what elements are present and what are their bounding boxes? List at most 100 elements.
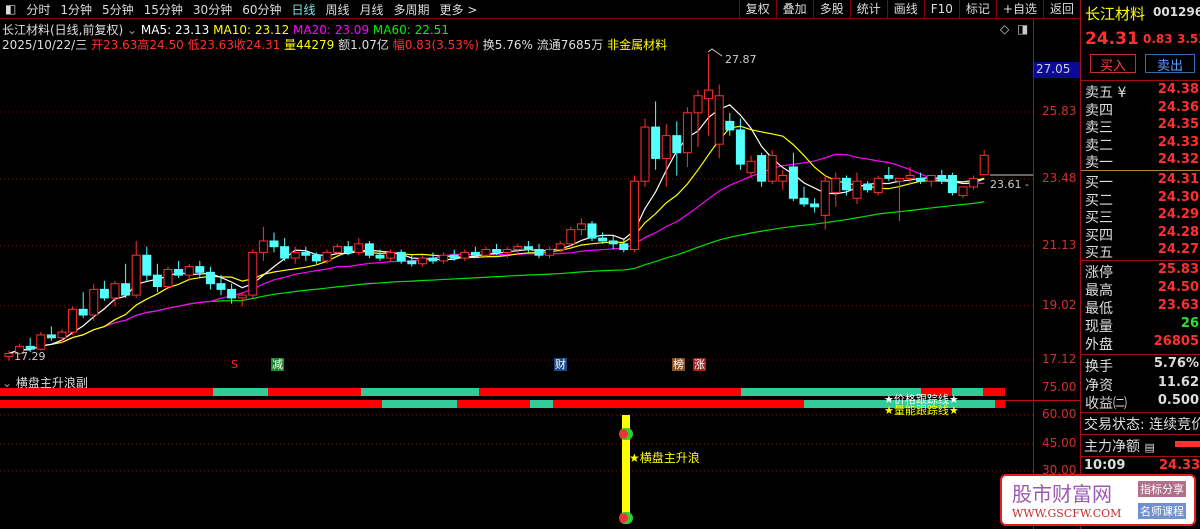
candle[interactable] <box>142 246 152 281</box>
candle-body <box>364 243 374 256</box>
event-marker[interactable]: S <box>230 358 239 371</box>
candle-body <box>131 254 141 296</box>
candle-body <box>545 249 555 256</box>
quote-value: 25.83 <box>1157 262 1199 277</box>
candle-body <box>301 251 311 256</box>
candle[interactable] <box>205 266 215 290</box>
candle[interactable] <box>587 221 597 241</box>
sub-axis-label: 60.00 <box>1042 407 1077 421</box>
event-marker[interactable]: 涨 <box>693 358 706 371</box>
candle[interactable] <box>417 255 427 267</box>
candle[interactable] <box>788 152 798 202</box>
candle[interactable] <box>884 166 894 182</box>
candle-body <box>555 243 565 251</box>
candle[interactable] <box>364 240 374 259</box>
toolbar-button[interactable]: 返回 <box>1042 0 1080 19</box>
candle[interactable] <box>460 249 470 261</box>
candle[interactable] <box>831 172 841 207</box>
quote-value: 26 <box>1180 316 1199 331</box>
candle[interactable] <box>608 235 618 250</box>
candle[interactable] <box>386 249 396 261</box>
candle[interactable] <box>969 175 979 190</box>
quote-row: 最高 24.50 <box>1085 280 1199 300</box>
quote-row: 买五 24.27 <box>1085 242 1199 262</box>
candle[interactable] <box>523 240 533 253</box>
event-marker[interactable]: 减 <box>271 358 284 371</box>
watermark-site: 股市财富网 <box>1012 482 1112 506</box>
candle[interactable] <box>354 238 364 256</box>
candle[interactable] <box>68 306 78 335</box>
candle[interactable] <box>714 84 724 159</box>
candle[interactable] <box>810 198 820 213</box>
candlestick-chart[interactable]: 27.87 17.29 23.61 - 2 <box>0 0 1033 529</box>
quote-label: 卖一 <box>1085 155 1113 171</box>
candle[interactable] <box>163 266 173 290</box>
candle[interactable] <box>121 263 131 298</box>
candle[interactable] <box>905 166 915 185</box>
watermark-tag[interactable]: 名师课程 <box>1138 503 1186 519</box>
candle[interactable] <box>693 90 703 148</box>
candle[interactable] <box>852 172 862 204</box>
candle-body <box>333 246 343 253</box>
candle-body <box>746 160 756 174</box>
event-marker[interactable]: 榜 <box>672 358 685 371</box>
candle[interactable] <box>89 283 99 321</box>
candle[interactable] <box>195 260 205 278</box>
candle[interactable] <box>672 121 682 176</box>
candle[interactable] <box>258 226 268 261</box>
candle[interactable] <box>661 124 671 187</box>
candle[interactable] <box>78 292 88 318</box>
candle[interactable] <box>131 240 141 298</box>
event-marker[interactable]: 财 <box>554 358 567 371</box>
candle[interactable] <box>640 118 650 187</box>
signal-label: ★横盘主升浪 <box>629 451 700 465</box>
candle[interactable] <box>36 332 46 351</box>
candle[interactable] <box>757 152 767 187</box>
candle[interactable] <box>926 174 936 187</box>
candle[interactable] <box>947 172 957 196</box>
candle-body <box>873 177 883 194</box>
candle[interactable] <box>248 249 258 298</box>
candle[interactable] <box>894 177 904 222</box>
sell-button[interactable]: 卖出 <box>1145 54 1195 74</box>
candle[interactable] <box>937 169 947 185</box>
candle[interactable] <box>46 326 56 341</box>
candle-body <box>386 251 396 259</box>
candle[interactable] <box>799 186 809 207</box>
candle[interactable] <box>725 112 735 136</box>
candle-body <box>566 229 576 245</box>
candle-body <box>682 112 692 154</box>
candle-body <box>820 180 830 216</box>
buy-button[interactable]: 买入 <box>1090 54 1136 74</box>
candle-body <box>884 174 894 179</box>
candle[interactable] <box>439 252 449 264</box>
candle-body <box>4 352 14 357</box>
candle[interactable] <box>174 260 184 278</box>
candle[interactable] <box>110 280 120 307</box>
candle[interactable] <box>428 252 438 264</box>
candle[interactable] <box>979 149 989 176</box>
candle[interactable] <box>576 218 586 236</box>
candle[interactable] <box>99 280 109 301</box>
candle[interactable] <box>566 226 576 247</box>
list-icon[interactable]: ▤ <box>1144 441 1154 454</box>
candle[interactable] <box>290 246 300 264</box>
price-axis: 27.05 25.83 23.48 21.13 19.02 17.12 75.00 60.0… <box>1033 19 1081 529</box>
candle[interactable] <box>873 175 883 196</box>
candle[interactable] <box>958 186 968 199</box>
candle[interactable] <box>545 246 555 259</box>
candle-body <box>905 174 915 179</box>
candle[interactable] <box>863 181 873 193</box>
quote-row: 外盘 26805 <box>1085 334 1199 354</box>
candle[interactable] <box>682 107 692 167</box>
candle[interactable] <box>778 169 788 190</box>
candle[interactable] <box>704 53 714 136</box>
candle[interactable] <box>820 175 830 230</box>
candle[interactable] <box>629 175 639 253</box>
candle[interactable] <box>301 246 311 261</box>
candle[interactable] <box>280 238 290 261</box>
candle[interactable] <box>184 263 194 281</box>
candle[interactable] <box>269 232 279 253</box>
watermark-tag[interactable]: 指标分享 <box>1138 481 1186 497</box>
candle[interactable] <box>152 263 162 293</box>
